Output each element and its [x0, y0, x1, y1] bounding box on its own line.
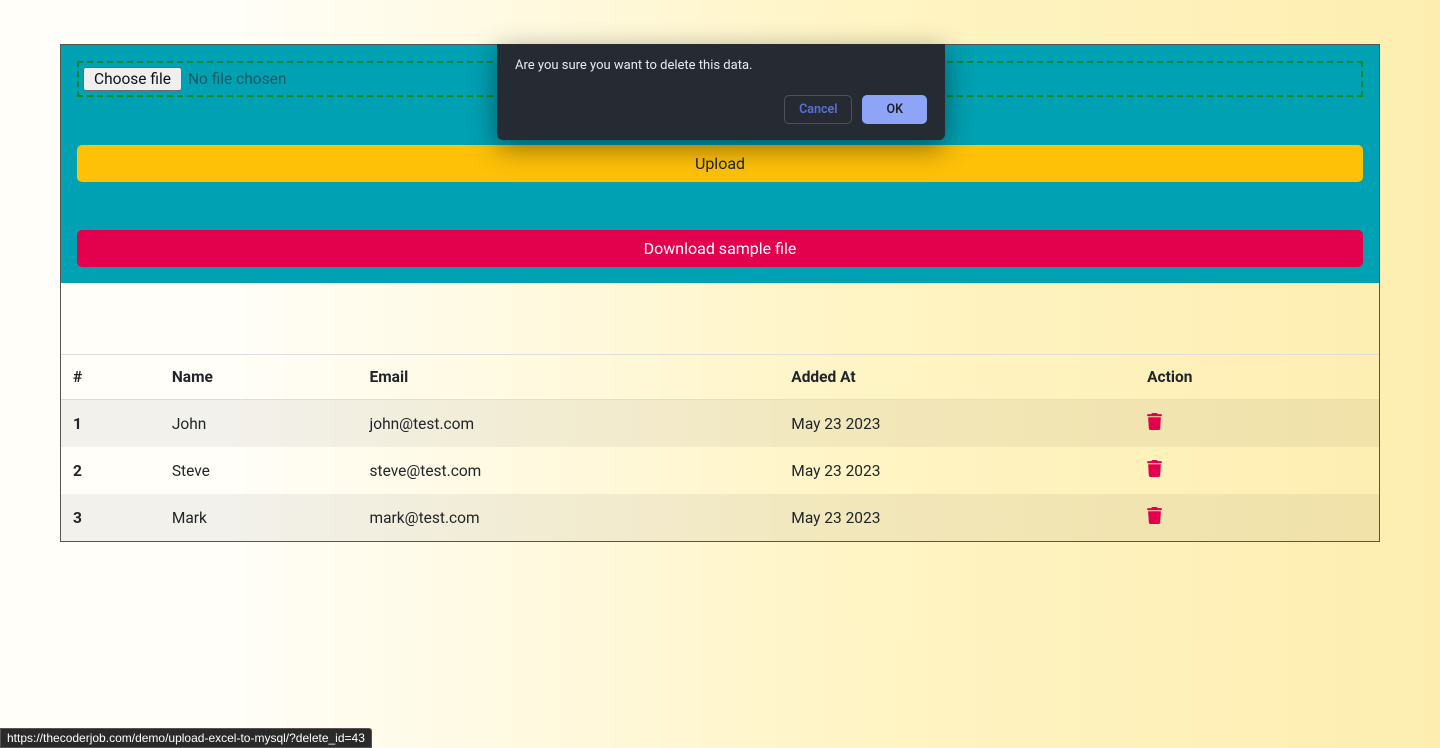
choose-file-button[interactable]: Choose file [83, 67, 182, 91]
trash-icon[interactable] [1147, 460, 1162, 477]
cell-index: 1 [61, 400, 160, 448]
cell-name: Steve [160, 447, 358, 494]
table-spacer [61, 283, 1379, 355]
confirm-dialog: Are you sure you want to delete this dat… [497, 44, 945, 140]
download-sample-button[interactable]: Download sample file [77, 230, 1363, 267]
table-row: 2 Steve steve@test.com May 23 2023 [61, 447, 1379, 494]
cell-name: John [160, 400, 358, 448]
confirm-message: Are you sure you want to delete this dat… [515, 58, 927, 73]
cell-email: mark@test.com [358, 494, 780, 541]
col-header-added: Added At [779, 355, 1135, 400]
cell-action [1135, 447, 1379, 494]
cell-added: May 23 2023 [779, 494, 1135, 541]
cell-name: Mark [160, 494, 358, 541]
file-input-status: No file chosen [188, 70, 286, 88]
confirm-actions: Cancel OK [515, 95, 927, 124]
cell-added: May 23 2023 [779, 447, 1135, 494]
upload-button[interactable]: Upload [77, 145, 1363, 182]
col-header-name: Name [160, 355, 358, 400]
cell-email: steve@test.com [358, 447, 780, 494]
cell-added: May 23 2023 [779, 400, 1135, 448]
cell-index: 2 [61, 447, 160, 494]
cell-email: john@test.com [358, 400, 780, 448]
col-header-index: # [61, 355, 160, 400]
trash-icon[interactable] [1147, 413, 1162, 430]
cell-action [1135, 400, 1379, 448]
trash-icon[interactable] [1147, 507, 1162, 524]
col-header-email: Email [358, 355, 780, 400]
table-row: 1 John john@test.com May 23 2023 [61, 400, 1379, 448]
data-table: # Name Email Added At Action 1 John john… [61, 355, 1379, 541]
cell-action [1135, 494, 1379, 541]
cancel-button[interactable]: Cancel [784, 95, 852, 124]
table-row: 3 Mark mark@test.com May 23 2023 [61, 494, 1379, 541]
table-header-row: # Name Email Added At Action [61, 355, 1379, 400]
col-header-action: Action [1135, 355, 1379, 400]
status-bar: https://thecoderjob.com/demo/upload-exce… [0, 728, 372, 748]
cell-index: 3 [61, 494, 160, 541]
ok-button[interactable]: OK [862, 95, 927, 124]
